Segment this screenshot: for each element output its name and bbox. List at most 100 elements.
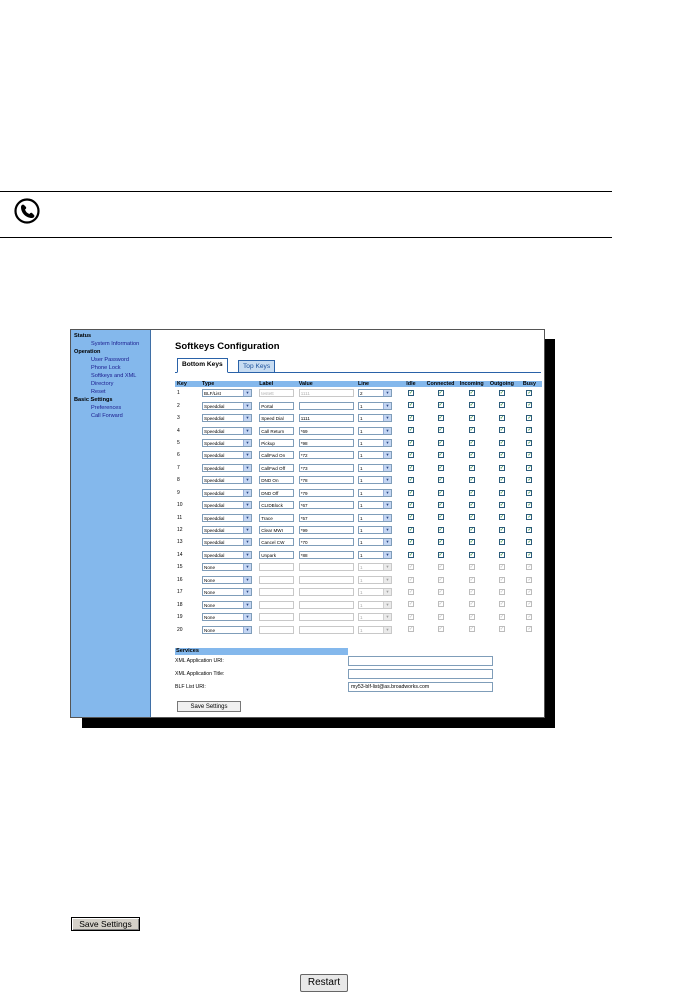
restart-button[interactable]: Restart [300,974,348,992]
line-select[interactable]: 1 ▼ [357,600,392,609]
value-input[interactable]: *67 [298,501,354,510]
idle-checkbox[interactable]: ✓ [407,551,414,558]
connected-checkbox[interactable]: ✓ [437,576,444,583]
busy-checkbox[interactable]: ✓ [526,414,533,421]
line-select[interactable]: 1 ▼ [357,414,392,423]
incoming-checkbox[interactable]: ✓ [468,601,475,608]
busy-checkbox[interactable]: ✓ [526,626,533,633]
value-input[interactable] [298,563,354,572]
outgoing-checkbox[interactable]: ✓ [498,464,505,471]
line-select[interactable]: 1 ▼ [357,401,392,410]
type-select[interactable]: None ▼ [202,600,253,609]
connected-checkbox[interactable]: ✓ [437,452,444,459]
idle-checkbox[interactable]: ✓ [407,576,414,583]
outgoing-checkbox[interactable]: ✓ [498,439,505,446]
connected-checkbox[interactable]: ✓ [437,613,444,620]
type-select[interactable]: BLF/List ▼ [202,389,253,398]
outgoing-checkbox[interactable]: ✓ [498,626,505,633]
busy-checkbox[interactable]: ✓ [526,439,533,446]
type-select[interactable]: Speeddial ▼ [202,463,253,472]
value-input[interactable]: *69 [298,426,354,435]
type-select[interactable]: Speeddial ▼ [202,501,253,510]
outgoing-checkbox[interactable]: ✓ [498,539,505,546]
type-select[interactable]: Speeddial ▼ [202,414,253,423]
line-select[interactable]: 1 ▼ [357,476,392,485]
busy-checkbox[interactable]: ✓ [526,589,533,596]
idle-checkbox[interactable]: ✓ [407,601,414,608]
value-input[interactable]: 1111 [298,414,354,423]
label-input[interactable] [259,625,295,634]
connected-checkbox[interactable]: ✓ [437,589,444,596]
idle-checkbox[interactable]: ✓ [407,613,414,620]
connected-checkbox[interactable]: ✓ [437,526,444,533]
type-select[interactable]: Speeddial ▼ [202,526,253,535]
label-input[interactable]: CallFwd Off [259,463,295,472]
idle-checkbox[interactable]: ✓ [407,539,414,546]
busy-checkbox[interactable]: ✓ [526,489,533,496]
line-select[interactable]: 1 ▼ [357,463,392,472]
outgoing-checkbox[interactable]: ✓ [498,526,505,533]
sidebar-item[interactable]: Call Forward [91,413,123,419]
idle-checkbox[interactable]: ✓ [407,414,414,421]
incoming-checkbox[interactable]: ✓ [468,439,475,446]
sidebar-item[interactable]: System Information [91,341,139,347]
busy-checkbox[interactable]: ✓ [526,477,533,484]
incoming-checkbox[interactable]: ✓ [468,452,475,459]
blf-list-uri-input[interactable]: my53-blf-list@as.broadworks.com [348,682,493,692]
value-input[interactable] [298,600,354,609]
idle-checkbox[interactable]: ✓ [407,427,414,434]
idle-checkbox[interactable]: ✓ [407,626,414,633]
value-input[interactable]: *79 [298,488,354,497]
label-input[interactable]: CLIDBlock [259,501,295,510]
outgoing-checkbox[interactable]: ✓ [498,452,505,459]
line-select[interactable]: 1 ▼ [357,550,392,559]
line-select[interactable]: 1 ▼ [357,575,392,584]
label-input[interactable]: Pickup [259,438,295,447]
label-input[interactable]: CallFwd On [259,451,295,460]
busy-checkbox[interactable]: ✓ [526,564,533,571]
type-select[interactable]: Speeddial ▼ [202,513,253,522]
value-input[interactable]: *98 [298,438,354,447]
type-select[interactable]: Speeddial ▼ [202,488,253,497]
sidebar-item[interactable]: Phone Lock [91,365,121,371]
busy-checkbox[interactable]: ✓ [526,601,533,608]
outgoing-checkbox[interactable]: ✓ [498,390,505,397]
sidebar-item[interactable]: Reset [91,389,106,395]
connected-checkbox[interactable]: ✓ [437,489,444,496]
busy-checkbox[interactable]: ✓ [526,551,533,558]
incoming-checkbox[interactable]: ✓ [468,427,475,434]
busy-checkbox[interactable]: ✓ [526,452,533,459]
label-input[interactable]: Speed Dial [259,414,295,423]
line-select[interactable]: 1 ▼ [357,501,392,510]
busy-checkbox[interactable]: ✓ [526,390,533,397]
line-select[interactable]: 1 ▼ [357,563,392,572]
idle-checkbox[interactable]: ✓ [407,464,414,471]
line-select[interactable]: 1 ▼ [357,613,392,622]
value-input[interactable] [298,401,354,410]
outgoing-checkbox[interactable]: ✓ [498,489,505,496]
line-select[interactable]: 1 ▼ [357,538,392,547]
line-select[interactable]: 1 ▼ [357,588,392,597]
busy-checkbox[interactable]: ✓ [526,427,533,434]
value-input[interactable] [298,625,354,634]
type-select[interactable]: None ▼ [202,613,253,622]
incoming-checkbox[interactable]: ✓ [468,402,475,409]
save-settings-button-inner[interactable]: Save Settings [177,701,241,712]
idle-checkbox[interactable]: ✓ [407,514,414,521]
busy-checkbox[interactable]: ✓ [526,526,533,533]
connected-checkbox[interactable]: ✓ [437,539,444,546]
label-input[interactable]: Cancel CW [259,538,295,547]
outgoing-checkbox[interactable]: ✓ [498,414,505,421]
value-input[interactable] [298,575,354,584]
outgoing-checkbox[interactable]: ✓ [498,589,505,596]
incoming-checkbox[interactable]: ✓ [468,589,475,596]
idle-checkbox[interactable]: ✓ [407,439,414,446]
outgoing-checkbox[interactable]: ✓ [498,427,505,434]
label-input[interactable]: Call Return [259,426,295,435]
connected-checkbox[interactable]: ✓ [437,551,444,558]
incoming-checkbox[interactable]: ✓ [468,489,475,496]
sidebar-item[interactable]: Softkeys and XML [91,373,136,379]
value-input[interactable] [298,588,354,597]
outgoing-checkbox[interactable]: ✓ [498,613,505,620]
line-select[interactable]: 1 ▼ [357,438,392,447]
